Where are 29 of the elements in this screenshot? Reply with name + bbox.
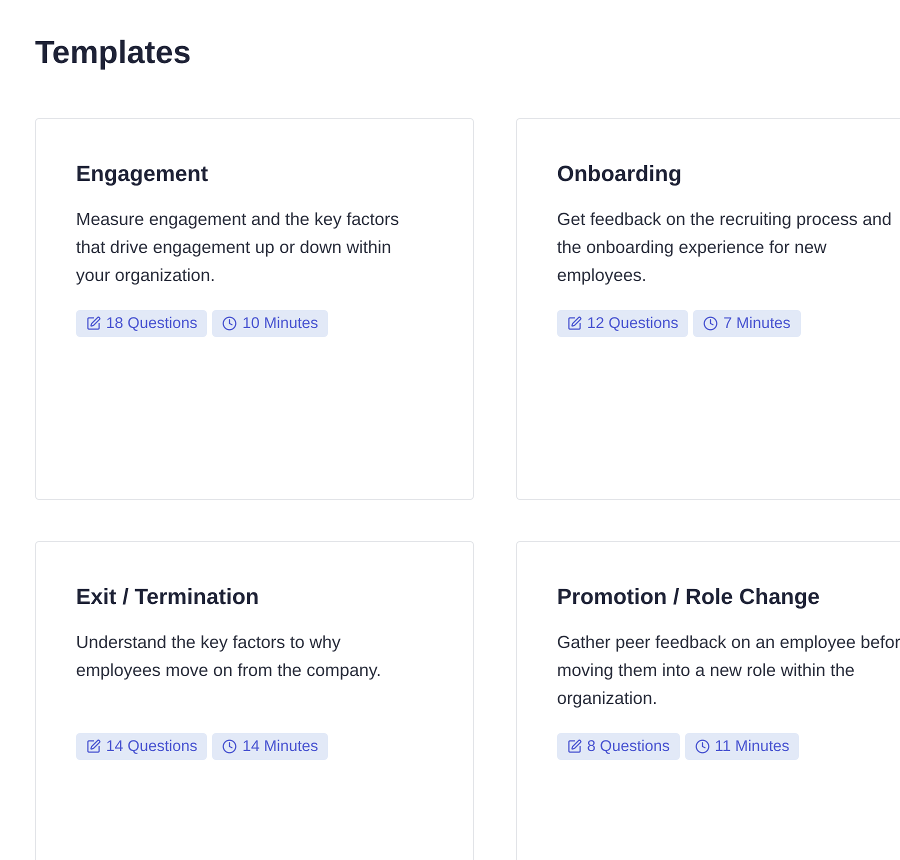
badge-label: 7 Minutes bbox=[723, 314, 791, 332]
card-title: Exit / Termination bbox=[76, 583, 259, 611]
badge-label: 8 Questions bbox=[587, 738, 670, 756]
card-title: Onboarding bbox=[557, 160, 682, 188]
pencil-square-icon bbox=[86, 739, 101, 754]
clock-icon bbox=[222, 739, 238, 754]
badge-label: 18 Questions bbox=[106, 314, 198, 332]
pencil-square-icon bbox=[567, 739, 582, 754]
card-description: Get feedback on the recruiting process and the onboarding experience for new employees. bbox=[557, 208, 893, 287]
card-title: Promotion / Role Change bbox=[557, 583, 820, 611]
card-description: Measure engagement and the key factors that drive engagement up or down within your organization. bbox=[76, 208, 400, 287]
card-title: Engagement bbox=[76, 160, 208, 188]
pencil-square-icon bbox=[86, 316, 101, 331]
template-card[interactable]: Promotion / Role Change Gather peer feedback on an employee befor moving them into a new role within the organization. 8 Questions 11 Minutes bbox=[516, 541, 900, 860]
template-card[interactable]: Exit / Termination Understand the key factors to why employees move on from the company. 14 Questions 14 Minutes bbox=[35, 541, 474, 860]
clock-icon bbox=[694, 739, 710, 754]
page-title: Templates bbox=[35, 33, 191, 72]
clock-icon bbox=[222, 316, 238, 331]
card-description: Gather peer feedback on an employee befor moving them into a new role within the organization. bbox=[557, 631, 900, 710]
clock-icon bbox=[703, 316, 718, 331]
badge-label: 12 Questions bbox=[587, 314, 678, 332]
badge-label: 14 Questions bbox=[106, 738, 198, 756]
card-description: Understand the key factors to why employees move on from the company. bbox=[76, 631, 382, 682]
badge-label: 14 Minutes bbox=[242, 738, 318, 756]
badge-label: 10 Minutes bbox=[242, 314, 318, 332]
badge-label: 11 Minutes bbox=[714, 738, 790, 756]
template-card[interactable]: Onboarding Get feedback on the recruiting process and the onboarding experience for new employees. 12 Questions 7 Minutes bbox=[516, 118, 900, 500]
template-card[interactable]: Engagement Measure engagement and the key factors that drive engagement up or down within your organization. 18 Questions 10 Minutes bbox=[35, 118, 474, 500]
pencil-square-icon bbox=[567, 316, 582, 331]
